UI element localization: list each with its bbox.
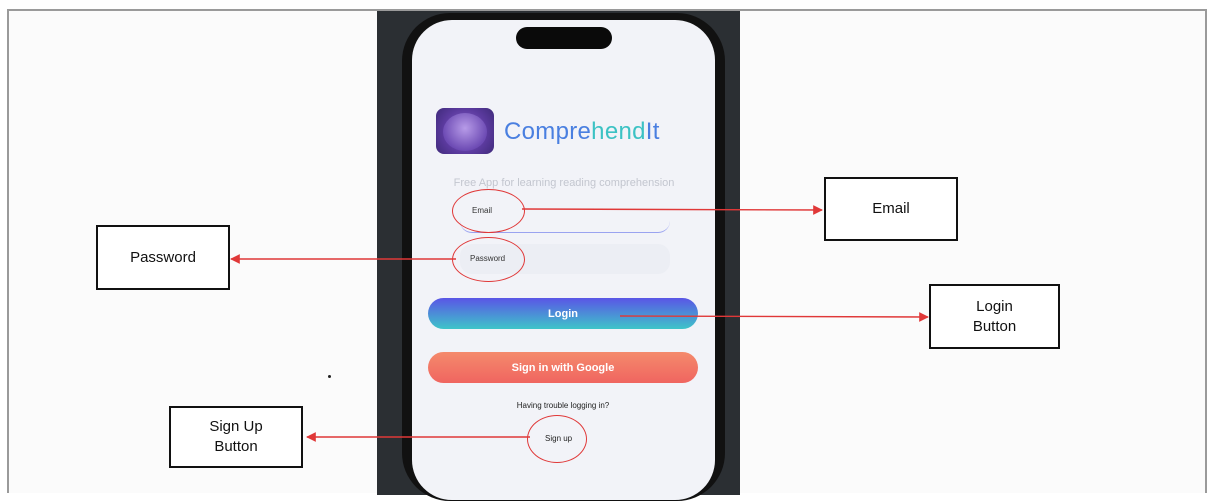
signup-callout-box: Sign Up Button (169, 406, 303, 468)
stray-dot (328, 375, 331, 378)
email-callout-box: Email (824, 177, 958, 241)
email-arrow (521, 205, 823, 215)
login-callout-box: Login Button (929, 284, 1060, 349)
password-callout-box: Password (96, 225, 230, 290)
login-arrow (619, 312, 929, 322)
